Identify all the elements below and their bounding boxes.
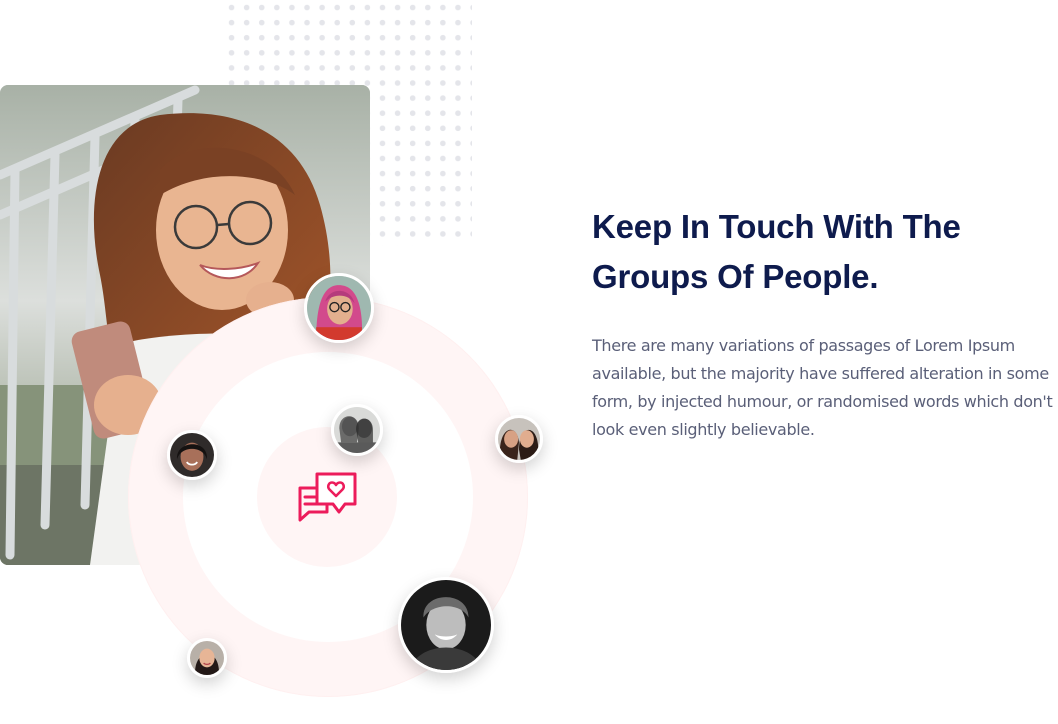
- feature-text-block: Keep In Touch With The Groups Of People.…: [592, 202, 1058, 444]
- avatar-woman-pink-hair: [304, 273, 374, 343]
- headline-line-1: Keep In Touch With The: [592, 208, 961, 245]
- avatar-smiling-woman: [167, 430, 217, 480]
- section-body-text: There are many variations of passages of…: [592, 336, 1053, 439]
- avatar-two-friends: [331, 404, 383, 456]
- chat-heart-icon: [297, 470, 359, 526]
- avatar-smiling-man: [398, 577, 494, 673]
- avatar-woman-dark-hair: [187, 638, 227, 678]
- section-headline: Keep In Touch With The Groups Of People.: [592, 202, 1058, 302]
- avatar-two-women: [495, 415, 543, 463]
- headline-line-2: Groups Of People.: [592, 258, 879, 295]
